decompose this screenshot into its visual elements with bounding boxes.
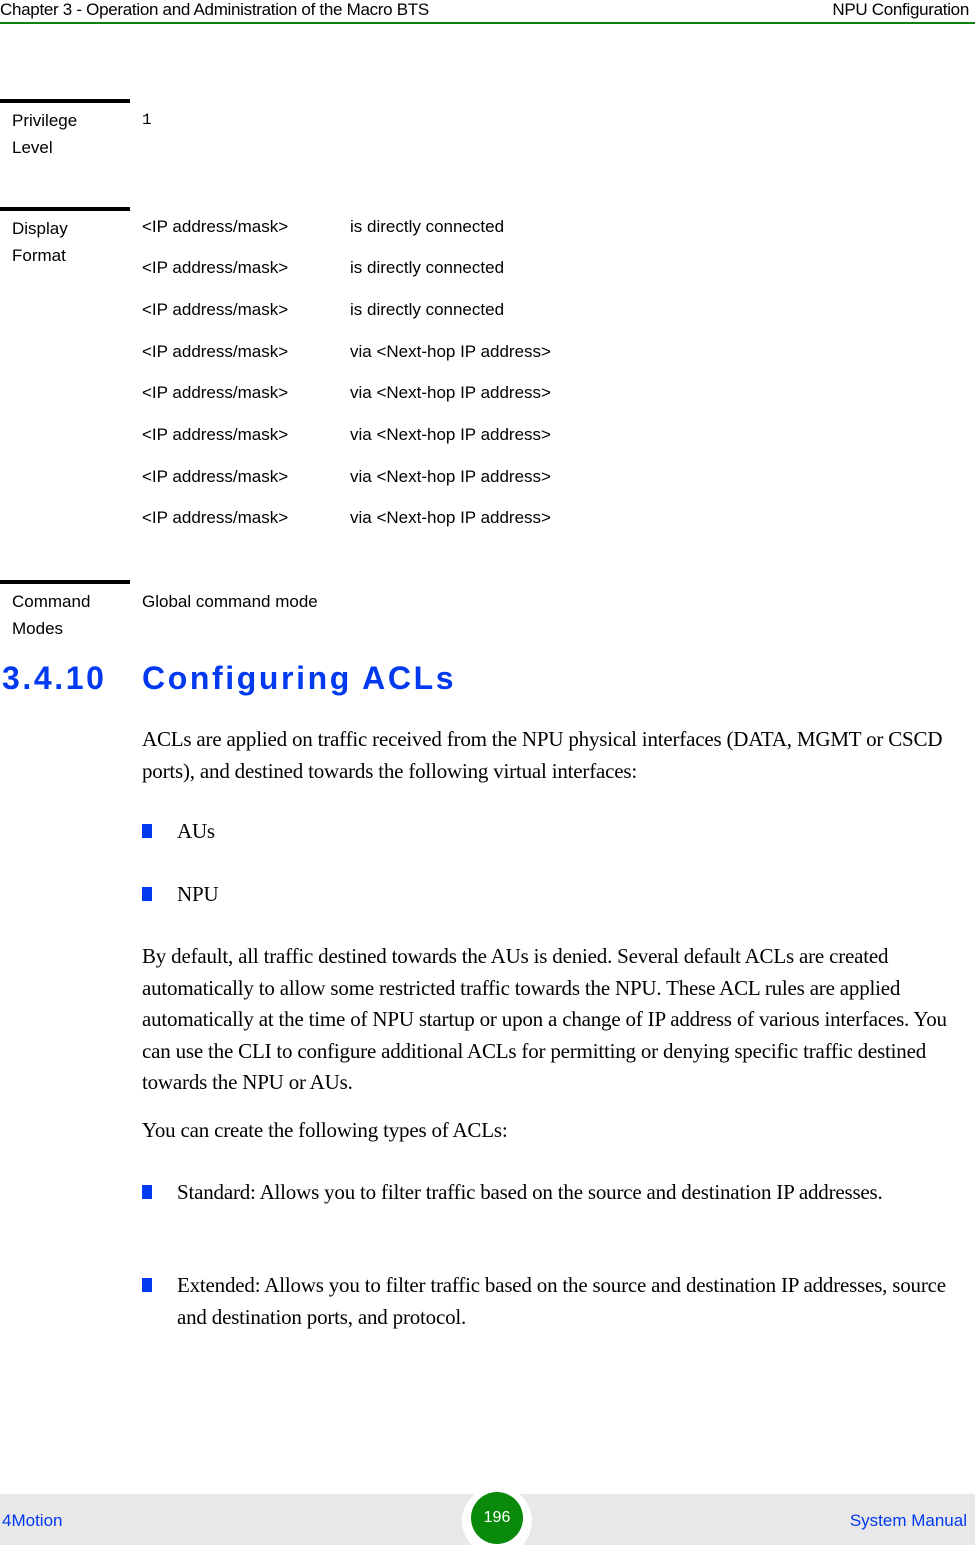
page-header: Chapter 3 - Operation and Administration…: [0, 0, 975, 24]
row-divider: [0, 207, 130, 211]
format-address: <IP address/mask>: [142, 467, 289, 486]
command-modes-label: Command Modes: [12, 592, 91, 638]
format-address: <IP address/mask>: [142, 342, 289, 361]
section-name: NPU Configuration: [832, 0, 969, 19]
format-route: via <Next-hop IP address>: [350, 508, 551, 527]
section-number: 3.4.10: [2, 660, 107, 696]
bullet-square-icon: [142, 1278, 152, 1292]
format-address: <IP address/mask>: [142, 508, 289, 527]
product-name: 4Motion: [2, 1511, 63, 1530]
row-divider: [0, 580, 130, 584]
format-address: <IP address/mask>: [142, 300, 289, 319]
acl-types-intro: You can create the following types of AC…: [142, 1118, 508, 1142]
format-route: via <Next-hop IP address>: [350, 467, 551, 486]
section-heading: 3.4.10 Configuring ACLs: [2, 660, 456, 697]
chapter-title: Chapter 3 - Operation and Administration…: [0, 0, 429, 19]
privilege-level-value: 1: [142, 111, 152, 129]
command-modes-value: Global command mode: [142, 592, 318, 611]
acl-type-description: Standard: Allows you to filter traffic b…: [177, 1180, 883, 1204]
section-title: Configuring ACLs: [142, 660, 457, 696]
format-address: <IP address/mask>: [142, 383, 289, 402]
format-route: via <Next-hop IP address>: [350, 383, 551, 402]
privilege-level-label: Privilege Level: [12, 111, 78, 157]
acl-type-description: Extended: Allows you to filter traffic b…: [177, 1273, 946, 1329]
interface-label: AUs: [177, 819, 215, 843]
format-address: <IP address/mask>: [142, 425, 289, 444]
format-route: is directly connected: [350, 300, 505, 319]
interface-label: NPU: [177, 882, 219, 906]
default-acl-paragraph: By default, all traffic destined towards…: [142, 944, 947, 1094]
format-route: is directly connected: [350, 258, 505, 277]
bullet-square-icon: [142, 1185, 152, 1199]
format-route: via <Next-hop IP address>: [350, 342, 551, 361]
display-format-label: Display Format: [12, 219, 68, 265]
page-number-badge: 196: [471, 1492, 523, 1544]
page-footer: 4Motion 196 System Manual: [0, 1486, 975, 1556]
bullet-square-icon: [142, 824, 152, 838]
row-divider: [0, 99, 130, 103]
intro-paragraph: ACLs are applied on traffic received fro…: [142, 727, 943, 783]
bullet-square-icon: [142, 887, 152, 901]
format-route: via <Next-hop IP address>: [350, 425, 551, 444]
document-name: System Manual: [849, 1511, 967, 1530]
format-address: <IP address/mask>: [142, 217, 289, 236]
format-route: is directly connected: [350, 217, 505, 236]
format-address: <IP address/mask>: [142, 258, 289, 277]
